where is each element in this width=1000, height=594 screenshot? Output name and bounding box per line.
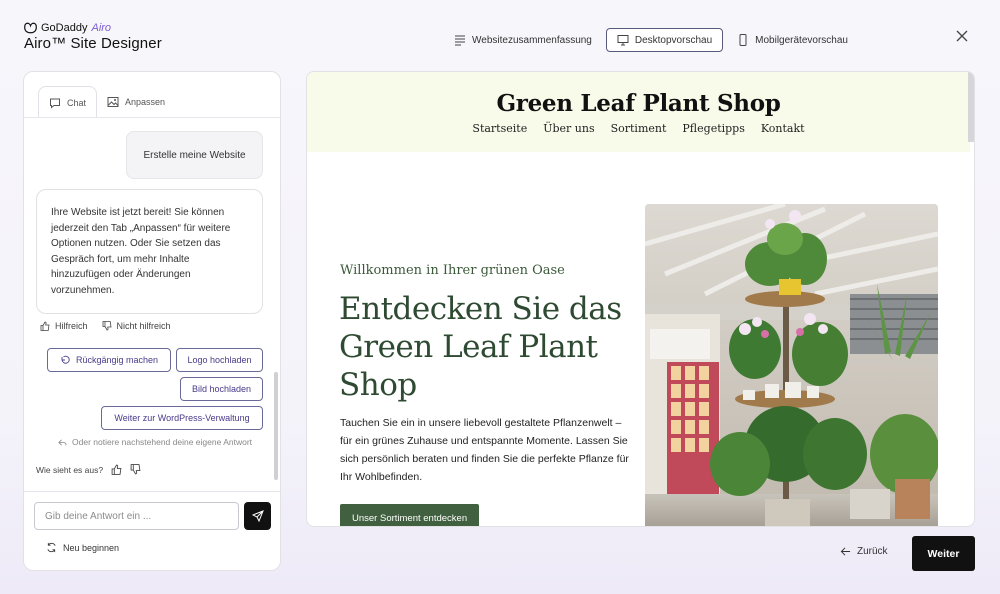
- desktop-preview-label: Desktopvorschau: [634, 34, 713, 46]
- chat-scrollbar[interactable]: [274, 372, 278, 480]
- rating-row: Wie sieht es aus?: [36, 464, 141, 475]
- site-title: Green Leaf Plant Shop: [496, 90, 781, 117]
- brand-company: GoDaddy: [41, 22, 88, 34]
- panel-tabs: Chat Anpassen: [38, 86, 175, 118]
- summary-lines-icon: [455, 35, 465, 46]
- website-summary-label: Websitezusammenfassung: [472, 34, 592, 46]
- helpful-label: Hilfreich: [55, 321, 88, 331]
- user-message: Erstelle meine Website: [126, 131, 263, 179]
- app-title: Airo™ Site Designer: [24, 35, 162, 52]
- hero-kicker: Willkommen in Ihrer grünen Oase: [340, 263, 565, 278]
- thumbs-up-icon: [40, 321, 50, 331]
- undo-icon: [61, 355, 70, 364]
- rating-question: Wie sieht es aus?: [36, 464, 104, 475]
- chat-icon: [50, 98, 60, 109]
- brand: GoDaddy Airo Airo™ Site Designer: [24, 22, 162, 52]
- chat-panel: Chat Anpassen Erstelle meine Website Ihr…: [23, 71, 281, 571]
- refresh-icon: [47, 542, 56, 553]
- top-navigation: Websitezusammenfassung Desktopvorschau M…: [450, 28, 852, 52]
- restart-button[interactable]: Neu beginnen: [46, 542, 119, 553]
- thumbs-down-icon: [102, 321, 111, 331]
- send-icon: [251, 510, 264, 522]
- website-preview: Green Leaf Plant Shop Startseite Über un…: [306, 71, 975, 527]
- desktop-preview-tab[interactable]: Desktopvorschau: [605, 28, 724, 52]
- hero-plant-shop-image: [645, 204, 938, 526]
- thumbs-up-icon[interactable]: [111, 464, 122, 475]
- monitor-icon: [617, 35, 629, 46]
- preview-scrollbar[interactable]: [968, 72, 974, 142]
- site-nav-about[interactable]: Über uns: [543, 122, 594, 135]
- tab-customize-label: Anpassen: [125, 97, 166, 107]
- back-label: Zurück: [857, 546, 888, 557]
- not-helpful-button[interactable]: Nicht hilfreich: [102, 321, 171, 331]
- hero-cta-button[interactable]: Unser Sortiment entdecken: [340, 504, 480, 526]
- site-nav-products[interactable]: Sortiment: [611, 122, 667, 135]
- phone-icon: [739, 34, 747, 46]
- undo-button[interactable]: Rückgängig machen: [47, 348, 171, 372]
- upload-image-button[interactable]: Bild hochladen: [180, 377, 263, 401]
- site-nav-care[interactable]: Pflegetipps: [682, 122, 744, 135]
- site-header: Green Leaf Plant Shop Startseite Über un…: [307, 72, 970, 152]
- upload-logo-button[interactable]: Logo hochladen: [176, 348, 263, 372]
- own-answer-hint: Oder notiere nachstehend deine eigene An…: [58, 437, 252, 447]
- godaddy-logo-icon: [24, 22, 37, 34]
- site-nav-home[interactable]: Startseite: [472, 122, 527, 135]
- answer-input[interactable]: [34, 502, 239, 530]
- tab-chat[interactable]: Chat: [38, 86, 98, 118]
- helpful-button[interactable]: Hilfreich: [40, 321, 88, 331]
- next-button[interactable]: Weiter: [912, 536, 975, 571]
- tabs-divider: [24, 117, 280, 118]
- message-feedback: Hilfreich Nicht hilfreich: [40, 321, 171, 331]
- restart-label: Neu beginnen: [63, 542, 120, 553]
- input-divider: [24, 491, 280, 492]
- brand-product: Airo: [91, 22, 112, 34]
- undo-label: Rückgängig machen: [75, 355, 159, 365]
- image-icon: [107, 97, 119, 107]
- tab-chat-label: Chat: [67, 97, 87, 108]
- tab-customize[interactable]: Anpassen: [97, 86, 175, 118]
- close-icon[interactable]: [954, 28, 970, 44]
- assistant-message: Ihre Website ist jetzt bereit! Sie könne…: [36, 189, 263, 314]
- brand-logo: GoDaddy Airo: [24, 22, 162, 34]
- reply-icon: [58, 439, 67, 445]
- hint-text: Oder notiere nachstehend deine eigene An…: [72, 437, 253, 447]
- website-summary-tab[interactable]: Websitezusammenfassung: [450, 28, 596, 52]
- send-button[interactable]: [244, 502, 271, 530]
- wordpress-button[interactable]: Weiter zur WordPress-Verwaltung: [101, 406, 263, 430]
- mobile-preview-label: Mobilgerätevorschau: [755, 34, 848, 46]
- hero-title: Entdecken Sie das Green Leaf Plant Shop: [339, 291, 622, 403]
- thumbs-down-icon[interactable]: [130, 464, 141, 475]
- not-helpful-label: Nicht hilfreich: [116, 321, 171, 331]
- back-button[interactable]: Zurück: [840, 546, 888, 557]
- arrow-left-icon: [840, 547, 851, 556]
- site-nav-contact[interactable]: Kontakt: [761, 122, 805, 135]
- site-nav: Startseite Über uns Sortiment Pflegetipp…: [307, 122, 970, 135]
- hero-text: Tauchen Sie ein in unsere liebevoll gest…: [340, 417, 629, 483]
- mobile-preview-tab[interactable]: Mobilgerätevorschau: [733, 28, 852, 52]
